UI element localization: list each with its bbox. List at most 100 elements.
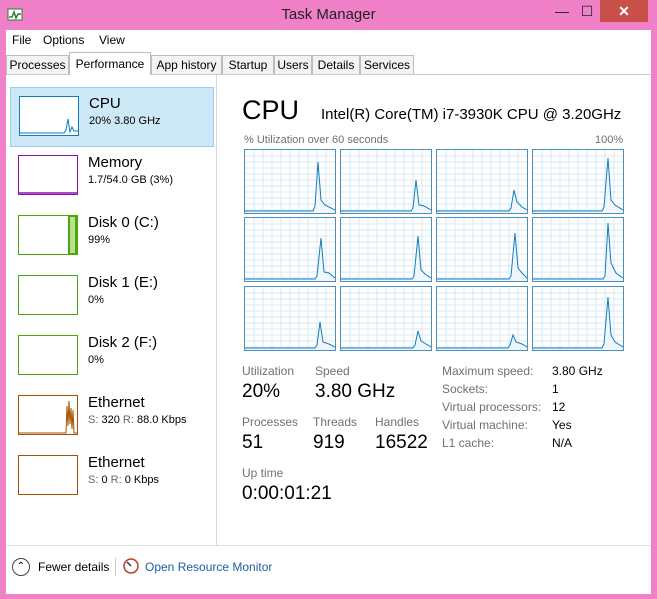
sidebar-item-value: 0% (88, 294, 104, 306)
tab-app-history[interactable]: App history (151, 55, 222, 74)
sidebar-item-disk-1[interactable]: Disk 1 (E:) 0% (10, 267, 212, 325)
send-label: S: (88, 414, 99, 426)
sidebar-item-name: Disk 1 (E:) (88, 274, 159, 291)
resource-sidebar: CPU 20% 3.80 GHz Memory 1.7/54.0 GB (3%)… (6, 75, 217, 545)
disk-2-thumbnail-graph (18, 335, 78, 375)
max-speed-value: 3.80 GHz (552, 364, 603, 378)
cpu-core-graph (244, 217, 336, 282)
sidebar-item-ethernet-2[interactable]: Ethernet S: 0 R: 0 Kbps (10, 447, 212, 505)
chevron-up-icon[interactable]: ⌃ (12, 558, 30, 576)
tab-users[interactable]: Users (274, 55, 312, 74)
uptime-value: 0:00:01:21 (242, 483, 332, 504)
title-bar: Task Manager — ☐ ✕ (0, 0, 657, 30)
virtual-processors-value: 12 (552, 400, 566, 414)
cpu-core-graph (340, 286, 432, 351)
tab-details[interactable]: Details (312, 55, 360, 74)
resource-monitor-icon[interactable] (123, 558, 139, 574)
uptime-label: Up time (242, 466, 284, 480)
threads-label: Threads (313, 415, 358, 429)
fewer-details-button[interactable]: Fewer details (38, 560, 109, 574)
cpu-core-graph (436, 286, 528, 351)
receive-label: R: (122, 414, 134, 426)
handles-label: Handles (375, 415, 420, 429)
receive-label: R: (110, 474, 122, 486)
sidebar-item-name: CPU (89, 95, 121, 112)
memory-thumbnail-graph (18, 155, 78, 195)
cpu-core-graph (244, 286, 336, 351)
sidebar-item-name: Ethernet (88, 454, 145, 471)
footer-bar: ⌃ Fewer details Open Resource Monitor (6, 545, 651, 594)
cpu-core-graph (436, 149, 528, 214)
max-speed-label: Maximum speed: (442, 364, 534, 378)
virtual-machine-value: Yes (552, 418, 572, 432)
tab-bar: Processes Performance App history Startu… (6, 52, 651, 75)
sidebar-item-value: 20% 3.80 GHz (89, 115, 161, 127)
handles-value: 16522 (375, 432, 428, 453)
sockets-label: Sockets: (442, 382, 489, 396)
l1-cache-label: L1 cache: (442, 436, 495, 450)
cpu-thumbnail-graph (19, 96, 79, 136)
window-client: File Options View Processes Performance … (6, 30, 651, 594)
utilization-value: 20% (242, 381, 281, 402)
sidebar-item-ethernet-1[interactable]: Ethernet S: 320 R: 88.0 Kbps (10, 387, 212, 445)
sidebar-item-value: S: 0 R: 0 Kbps (88, 474, 159, 486)
maximize-button[interactable]: ☐ (575, 0, 599, 22)
tab-performance[interactable]: Performance (69, 52, 151, 75)
sockets-value: 1 (552, 382, 559, 396)
sidebar-item-name: Memory (88, 154, 143, 171)
cpu-detail-panel: CPU Intel(R) Core(TM) i7-3930K CPU @ 3.2… (217, 75, 651, 545)
l1-cache-value: N/A (552, 436, 573, 450)
send-value: 320 (101, 414, 120, 426)
tab-services[interactable]: Services (360, 55, 414, 74)
receive-value: 88.0 Kbps (136, 414, 187, 426)
utilization-graph-max: 100% (595, 134, 624, 146)
sidebar-item-memory[interactable]: Memory 1.7/54.0 GB (3%) (10, 147, 212, 205)
disk-0-thumbnail-graph (18, 215, 78, 255)
sidebar-item-disk-2[interactable]: Disk 2 (F:) 0% (10, 327, 212, 385)
sidebar-item-name: Ethernet (88, 394, 145, 411)
menu-options[interactable]: Options (43, 33, 84, 47)
page-title: CPU (242, 95, 300, 125)
menu-file[interactable]: File (12, 33, 31, 47)
tab-startup[interactable]: Startup (222, 55, 274, 74)
sidebar-item-cpu[interactable]: CPU 20% 3.80 GHz (10, 87, 214, 147)
menu-view[interactable]: View (99, 33, 125, 47)
close-button[interactable]: ✕ (600, 0, 648, 22)
processes-value: 51 (242, 432, 264, 453)
sidebar-item-value: S: 320 R: 88.0 Kbps (88, 414, 187, 426)
disk-1-thumbnail-graph (18, 275, 78, 315)
tab-processes[interactable]: Processes (6, 55, 69, 74)
sidebar-item-name: Disk 2 (F:) (88, 334, 158, 351)
speed-value: 3.80 GHz (315, 381, 396, 402)
sidebar-item-disk-0[interactable]: Disk 0 (C:) 99% (10, 207, 212, 265)
cpu-core-graph (532, 217, 624, 282)
sidebar-item-name: Disk 0 (C:) (88, 214, 159, 231)
ethernet-2-thumbnail-graph (18, 455, 78, 495)
cpu-core-graph (436, 217, 528, 282)
sidebar-item-value: 99% (88, 234, 111, 246)
sidebar-item-value: 1.7/54.0 GB (3%) (88, 174, 173, 186)
send-label: S: (88, 474, 99, 486)
threads-value: 919 (313, 432, 345, 453)
cpu-core-graph (532, 149, 624, 214)
cpu-model-name: Intel(R) Core(TM) i7-3930K CPU @ 3.20GHz (321, 106, 622, 123)
cpu-core-graph (340, 217, 432, 282)
virtual-machine-label: Virtual machine: (442, 418, 528, 432)
cpu-core-graph (340, 149, 432, 214)
sidebar-item-value: 0% (88, 354, 104, 366)
utilization-label: Utilization (242, 364, 295, 378)
cpu-core-graph (532, 286, 624, 351)
open-resource-monitor-link[interactable]: Open Resource Monitor (145, 560, 272, 574)
processes-label: Processes (242, 415, 299, 429)
menu-bar: File Options View (6, 30, 651, 52)
cpu-core-graph (244, 149, 336, 214)
speed-label: Speed (315, 364, 350, 378)
footer-separator (115, 558, 116, 576)
utilization-graph-label: % Utilization over 60 seconds (244, 134, 389, 146)
cpu-logical-processor-graphs (244, 149, 624, 354)
minimize-button[interactable]: — (550, 0, 574, 22)
virtual-processors-label: Virtual processors: (442, 400, 542, 414)
ethernet-1-thumbnail-graph (18, 395, 78, 435)
send-value: 0 (101, 474, 108, 486)
receive-value: 0 Kbps (124, 474, 159, 486)
